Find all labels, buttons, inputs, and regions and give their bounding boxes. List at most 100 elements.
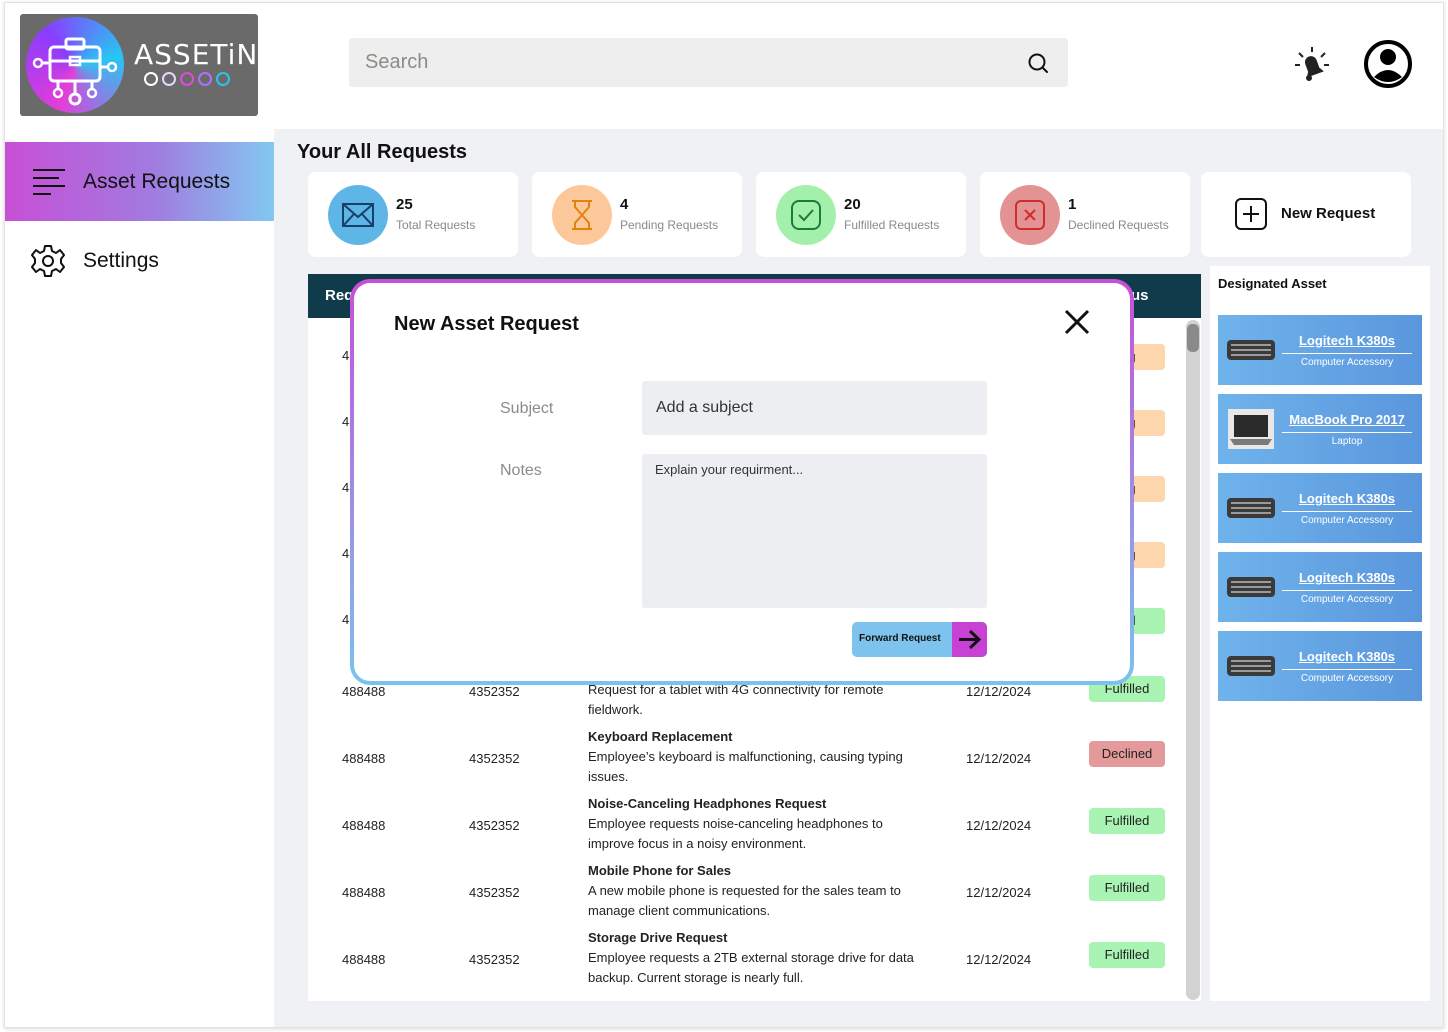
close-icon[interactable]: [1064, 309, 1090, 335]
check-icon: [791, 200, 821, 230]
cell-description: Storage Drive Request Employee requests …: [588, 928, 918, 988]
row-title: Noise-Canceling Headphones Request: [588, 796, 827, 811]
table-row[interactable]: 488488 4352352 Mobile Phone for Sales A …: [308, 862, 1188, 928]
menu-lines-icon: [33, 168, 65, 195]
asset-name: Logitech K380s: [1298, 570, 1396, 585]
cell-date: 12/12/2024: [966, 885, 1032, 900]
sidebar-item-label: Asset Requests: [83, 169, 231, 193]
envelope-icon: [342, 203, 374, 227]
brand-name: ASSETiN: [134, 38, 259, 71]
asset-card[interactable]: Logitech K380s Computer Accessory: [1218, 315, 1422, 385]
stat-icon-circle: [552, 185, 612, 245]
stat-label: Total Requests: [396, 218, 476, 232]
designated-assets-panel: Designated Asset Logitech K380s Computer…: [1210, 266, 1430, 1001]
stat-fulfilled-requests: 20 Fulfilled Requests: [756, 172, 966, 257]
cell-date: 12/12/2024: [966, 751, 1032, 766]
asset-card[interactable]: Logitech K380s Computer Accessory: [1218, 631, 1422, 701]
sidebar-item-label: Settings: [83, 248, 159, 272]
stat-value: 25: [396, 196, 413, 213]
status-badge: Fulfilled: [1089, 942, 1165, 968]
assets-title: Designated Asset: [1218, 276, 1327, 291]
search-icon[interactable]: [1027, 52, 1049, 74]
plus-icon: [1235, 198, 1267, 230]
cell-request-id: 488488: [342, 751, 386, 766]
sidebar: Asset Requests Settings: [5, 129, 274, 1027]
new-request-label: New Request: [1281, 205, 1376, 222]
asset-name: MacBook Pro 2017: [1289, 412, 1405, 427]
brand-logo[interactable]: ASSETiN: [20, 14, 258, 116]
asset-card[interactable]: Logitech K380s Computer Accessory: [1218, 473, 1422, 543]
scrollbar-thumb[interactable]: [1187, 324, 1199, 352]
table-row[interactable]: 488488 4352352 Storage Drive Request Emp…: [308, 929, 1188, 995]
gear-icon: [31, 244, 65, 277]
stat-value: 20: [844, 196, 861, 213]
asset-card[interactable]: MacBook Pro 2017 Laptop: [1218, 394, 1422, 464]
notes-textarea[interactable]: [642, 454, 987, 608]
cell-employee-id: 4352352: [469, 751, 520, 766]
subject-label: Subject: [500, 400, 554, 417]
cell-request-id: 488488: [342, 885, 386, 900]
table-row[interactable]: 488488 4352352 Noise-Canceling Headphone…: [308, 795, 1188, 861]
asset-name: Logitech K380s: [1298, 333, 1396, 348]
x-icon: [1015, 200, 1045, 230]
cell-date: 12/12/2024: [966, 818, 1032, 833]
cell-description: Request for a tablet with 4G connectivit…: [588, 680, 918, 720]
forward-request-button[interactable]: Forward Request: [852, 622, 987, 657]
hourglass-icon: [572, 200, 592, 230]
new-request-button[interactable]: New Request: [1201, 172, 1411, 257]
briefcase-logo-icon: [26, 17, 124, 113]
asset-card[interactable]: Logitech K380s Computer Accessory: [1218, 552, 1422, 622]
brand-icons: [144, 72, 234, 91]
table-row[interactable]: 488488 4352352 Keyboard Replacement Empl…: [308, 728, 1188, 794]
status-badge: Fulfilled: [1089, 875, 1165, 901]
stat-declined-requests: 1 Declined Requests: [980, 172, 1190, 257]
cell-request-id: 488488: [342, 818, 386, 833]
sidebar-item-settings[interactable]: Settings: [5, 221, 274, 300]
stat-pending-requests: 4 Pending Requests: [532, 172, 742, 257]
sidebar-item-asset-requests[interactable]: Asset Requests: [5, 142, 274, 221]
app-window: ASSETiN Asse: [4, 2, 1444, 1028]
stat-value: 1: [1068, 196, 1077, 213]
forward-request-label: Forward Request: [859, 633, 941, 644]
page-title: Your All Requests: [297, 141, 468, 163]
cell-employee-id: 4352352: [469, 885, 520, 900]
stat-total-requests: 25 Total Requests: [308, 172, 518, 257]
asset-name: Logitech K380s: [1298, 649, 1396, 664]
row-title: Keyboard Replacement: [588, 729, 733, 744]
row-description: Employee’s keyboard is malfunctioning, c…: [588, 749, 903, 784]
stat-value: 4: [620, 196, 629, 213]
asset-category: Computer Accessory: [1282, 353, 1412, 368]
cell-description: Mobile Phone for Sales A new mobile phon…: [588, 861, 918, 921]
cell-date: 12/12/2024: [966, 952, 1032, 967]
keyboard-icon: [1227, 656, 1275, 676]
cell-employee-id: 4352352: [469, 818, 520, 833]
stat-label: Declined Requests: [1068, 218, 1169, 232]
user-avatar-icon[interactable]: [1363, 39, 1413, 89]
cell-date: 12/12/2024: [966, 684, 1032, 699]
keyboard-icon: [1227, 577, 1275, 597]
laptop-icon: [1228, 409, 1274, 449]
notes-label: Notes: [500, 462, 542, 479]
cell-employee-id: 4352352: [469, 684, 520, 699]
row-description: A new mobile phone is requested for the …: [588, 883, 901, 918]
stat-icon-circle: [776, 185, 836, 245]
row-description: Employee requests noise-canceling headph…: [588, 816, 883, 851]
keyboard-icon: [1227, 340, 1275, 360]
subject-input[interactable]: [642, 381, 987, 435]
search-bar: [349, 38, 1068, 87]
arrow-right-icon: [952, 622, 987, 657]
asset-category: Computer Accessory: [1282, 669, 1412, 684]
cell-description: Keyboard Replacement Employee’s keyboard…: [588, 727, 918, 787]
table-scrollbar[interactable]: [1186, 320, 1200, 1000]
status-badge: Fulfilled: [1089, 808, 1165, 834]
row-title: Storage Drive Request: [588, 930, 728, 945]
notification-bell-icon[interactable]: [1293, 45, 1331, 85]
asset-category: Computer Accessory: [1282, 511, 1412, 526]
asset-name: Logitech K380s: [1298, 491, 1396, 506]
search-input[interactable]: [349, 38, 1009, 87]
cell-description: Noise-Canceling Headphones Request Emplo…: [588, 794, 918, 854]
stat-label: Pending Requests: [620, 218, 719, 232]
row-description: Employee requests a 2TB external storage…: [588, 950, 914, 985]
modal-title: New Asset Request: [394, 313, 579, 335]
new-asset-request-modal: New Asset Request Subject Notes Forward …: [352, 281, 1132, 683]
